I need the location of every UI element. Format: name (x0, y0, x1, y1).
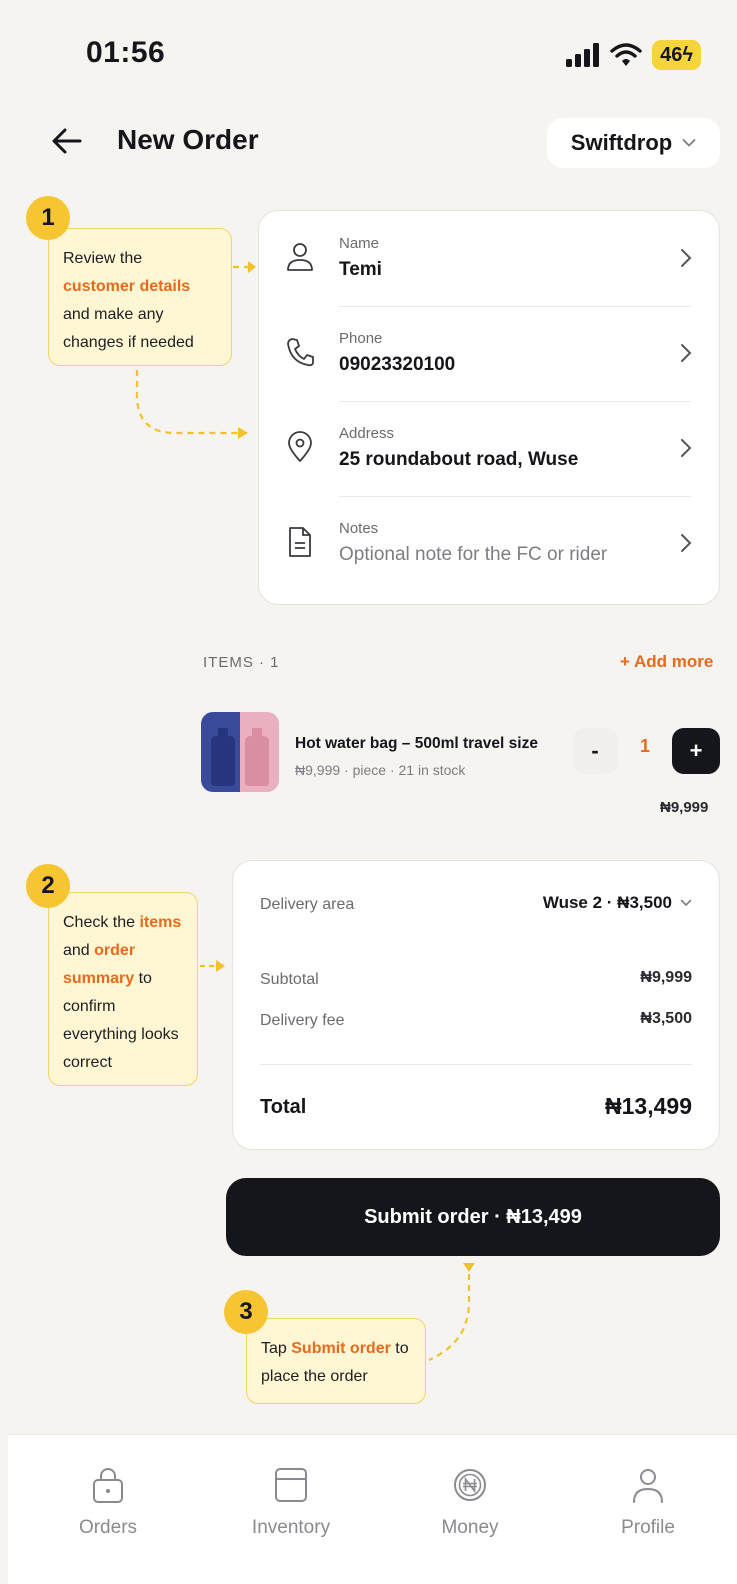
person-icon (287, 243, 313, 271)
product-thumbnail (201, 712, 279, 792)
divider (260, 1064, 692, 1065)
document-icon (289, 527, 311, 557)
fulfillment-selector[interactable]: Swiftdrop (547, 118, 720, 168)
page-title: New Order (117, 124, 259, 155)
status-icons: 46ϟ (566, 40, 701, 70)
customer-details-card: Name Temi Phone 09023320100 Address 25 r… (258, 210, 720, 605)
callout-order-summary: Check the items and order summary to con… (48, 892, 198, 1086)
total-value: ₦13,499 (605, 1093, 692, 1119)
quantity-value: 1 (640, 736, 651, 756)
nav-item-profile[interactable]: Profile (588, 1465, 708, 1539)
nav-label-money: Money (441, 1517, 499, 1538)
signal-icon (566, 43, 600, 67)
location-pin-icon (288, 431, 312, 462)
chevron-down-icon (682, 139, 696, 147)
battery-indicator: 46ϟ (652, 40, 701, 70)
lock-bag-icon (93, 1468, 123, 1503)
name-value: Temi (339, 259, 382, 280)
chevron-right-icon (681, 439, 692, 457)
chevron-right-icon (681, 534, 692, 552)
chevron-down-icon (680, 899, 692, 907)
bottom-navigation: Orders Inventory Money Profile (8, 1434, 737, 1584)
name-label: Name (339, 235, 380, 252)
callout-submit-order: Tap Submit order to place the order (246, 1318, 426, 1404)
decrease-quantity-button[interactable]: - (573, 728, 617, 774)
step-badge-1: 1 (26, 196, 70, 240)
status-time: 01:56 (86, 36, 166, 69)
charging-bolt-icon: ϟ (682, 44, 693, 66)
delivery-fee-label: Delivery fee (260, 1012, 345, 1029)
chevron-right-icon (681, 344, 692, 362)
back-arrow-icon[interactable] (50, 124, 84, 158)
delivery-fee-value: ₦3,500 (640, 1010, 692, 1027)
order-summary-card: Delivery area Wuse 2 · ₦3,500 Subtotal ₦… (232, 860, 720, 1150)
delivery-area-label: Delivery area (260, 896, 355, 913)
notes-label: Notes (339, 520, 379, 537)
nav-item-money[interactable]: Money (410, 1465, 530, 1539)
box-icon (275, 1468, 307, 1502)
submit-order-button[interactable]: Submit order · ₦13,499 (226, 1178, 720, 1256)
line-total: ₦9,999 (660, 799, 709, 816)
callout-arrow-3 (428, 1263, 475, 1362)
naira-coin-icon (454, 1469, 486, 1501)
wifi-icon (610, 43, 642, 66)
total-label: Total (260, 1096, 307, 1118)
step-badge-3: 3 (224, 1290, 268, 1334)
customer-address-row[interactable]: Address 25 roundabout road, Wuse (259, 401, 719, 496)
subtotal-label: Subtotal (260, 971, 319, 988)
notes-placeholder: Optional note for the FC or rider (339, 544, 608, 565)
selector-label: Swiftdrop (570, 130, 673, 155)
delivery-area-selector[interactable]: Wuse 2 · ₦3,500 (543, 893, 692, 913)
increase-quantity-button[interactable]: + (672, 728, 720, 774)
nav-item-inventory[interactable]: Inventory (231, 1465, 351, 1539)
person-icon (633, 1469, 663, 1503)
delivery-area-value: Wuse 2 · ₦3,500 (542, 893, 672, 912)
phone-label: Phone (339, 330, 383, 347)
customer-notes-row[interactable]: Notes Optional note for the FC or rider (259, 496, 719, 591)
step-badge-2: 2 (26, 864, 70, 908)
customer-phone-row[interactable]: Phone 09023320100 (259, 306, 719, 401)
subtotal-value: ₦9,999 (640, 969, 692, 986)
nav-label-orders: Orders (78, 1517, 138, 1538)
address-label: Address (339, 425, 395, 442)
product-meta: ₦9,999 · piece · 21 in stock (295, 762, 466, 778)
phone-value: 09023320100 (339, 354, 456, 375)
items-count-label: ITEMS · 1 (203, 654, 280, 671)
customer-name-row[interactable]: Name Temi (259, 211, 719, 306)
add-more-link[interactable]: + Add more (620, 652, 713, 672)
nav-label-profile: Profile (621, 1517, 675, 1538)
callout-arrows-1 (135, 261, 256, 439)
nav-label-inventory: Inventory (251, 1517, 331, 1538)
callout-arrow-2 (200, 960, 225, 972)
product-name: Hot water bag – 500ml travel size (295, 735, 538, 752)
nav-item-orders[interactable]: Orders (48, 1465, 168, 1539)
address-value: 25 roundabout road, Wuse (339, 449, 579, 470)
chevron-right-icon (681, 249, 692, 267)
phone-icon (287, 338, 314, 367)
